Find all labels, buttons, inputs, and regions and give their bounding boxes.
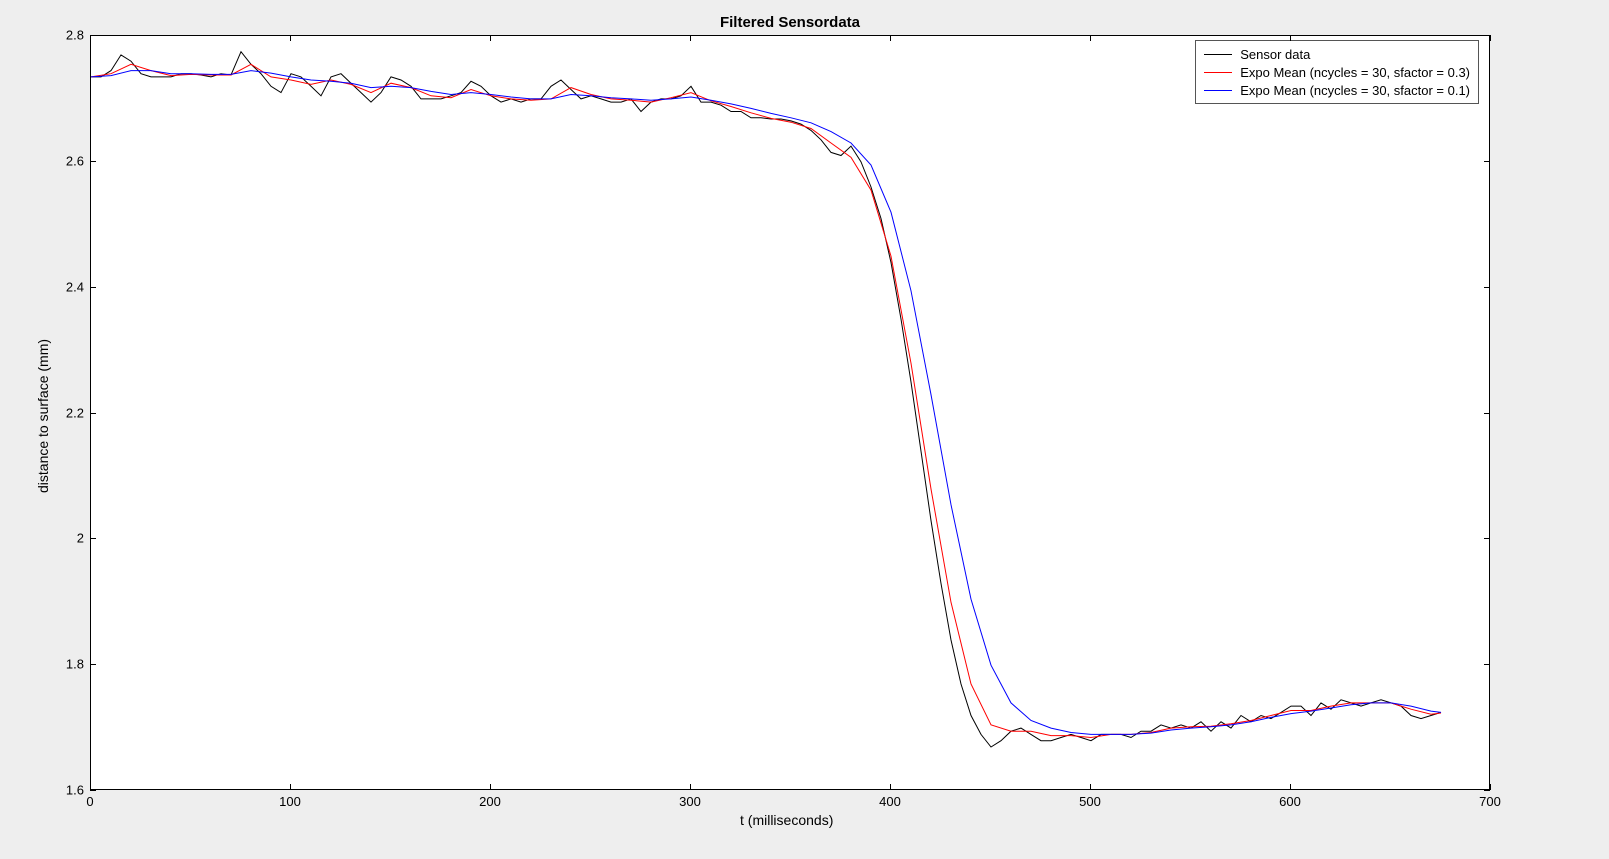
y-tick-label: 2.8 xyxy=(58,28,84,43)
legend-entry[interactable]: Sensor data xyxy=(1204,45,1470,63)
x-tick-label: 500 xyxy=(1079,794,1101,809)
x-tick-label: 400 xyxy=(879,794,901,809)
x-tick-label: 700 xyxy=(1479,794,1501,809)
x-tick-label: 100 xyxy=(279,794,301,809)
x-tick-mark xyxy=(1290,784,1291,790)
y-tick-mark xyxy=(90,35,96,36)
legend[interactable]: Sensor data Expo Mean (ncycles = 30, sfac… xyxy=(1195,40,1479,104)
y-tick-mark xyxy=(90,664,96,665)
x-tick-label: 300 xyxy=(679,794,701,809)
y-tick-label: 2.6 xyxy=(58,153,84,168)
y-tick-mark xyxy=(1484,413,1490,414)
x-tick-mark xyxy=(490,35,491,41)
x-tick-mark xyxy=(290,35,291,41)
x-tick-mark xyxy=(890,784,891,790)
x-tick-mark xyxy=(290,784,291,790)
y-tick-mark xyxy=(1484,161,1490,162)
legend-label: Sensor data xyxy=(1240,47,1310,62)
x-tick-mark xyxy=(890,35,891,41)
figure-window: Filtered Sensordata Sensor data Expo Mean… xyxy=(0,0,1609,859)
x-tick-label: 0 xyxy=(86,794,93,809)
x-axis-label: t (milliseconds) xyxy=(740,812,833,828)
y-tick-mark xyxy=(1484,664,1490,665)
y-tick-mark xyxy=(90,538,96,539)
x-tick-mark xyxy=(690,35,691,41)
y-tick-mark xyxy=(1484,790,1490,791)
x-tick-mark xyxy=(1490,784,1491,790)
y-tick-label: 2.2 xyxy=(58,405,84,420)
series-line-2 xyxy=(91,71,1441,735)
x-tick-label: 200 xyxy=(479,794,501,809)
y-tick-label: 1.8 xyxy=(58,657,84,672)
y-tick-mark xyxy=(1484,35,1490,36)
y-tick-label: 1.6 xyxy=(58,783,84,798)
y-tick-mark xyxy=(1484,287,1490,288)
x-tick-mark xyxy=(1490,35,1491,41)
x-tick-mark xyxy=(1090,784,1091,790)
plot-area[interactable] xyxy=(91,36,1491,791)
legend-label: Expo Mean (ncycles = 30, sfactor = 0.1) xyxy=(1240,83,1470,98)
y-tick-mark xyxy=(1484,538,1490,539)
series-line-1 xyxy=(91,64,1441,737)
legend-entry[interactable]: Expo Mean (ncycles = 30, sfactor = 0.3) xyxy=(1204,63,1470,81)
chart-title: Filtered Sensordata xyxy=(91,14,1489,31)
x-tick-label: 600 xyxy=(1279,794,1301,809)
y-axis-label: distance to surface (mm) xyxy=(35,338,51,492)
legend-swatch-icon xyxy=(1204,72,1232,73)
x-tick-mark xyxy=(1290,35,1291,41)
y-tick-label: 2 xyxy=(58,531,84,546)
y-tick-mark xyxy=(90,161,96,162)
legend-entry[interactable]: Expo Mean (ncycles = 30, sfactor = 0.1) xyxy=(1204,81,1470,99)
y-tick-mark xyxy=(90,413,96,414)
legend-label: Expo Mean (ncycles = 30, sfactor = 0.3) xyxy=(1240,65,1470,80)
legend-swatch-icon xyxy=(1204,54,1232,55)
y-tick-mark xyxy=(90,287,96,288)
x-tick-mark xyxy=(1090,35,1091,41)
y-tick-label: 2.4 xyxy=(58,279,84,294)
x-tick-mark xyxy=(690,784,691,790)
legend-swatch-icon xyxy=(1204,90,1232,91)
x-tick-mark xyxy=(490,784,491,790)
series-line-0 xyxy=(91,52,1441,747)
axes[interactable]: Filtered Sensordata xyxy=(90,35,1490,790)
y-tick-mark xyxy=(90,790,96,791)
